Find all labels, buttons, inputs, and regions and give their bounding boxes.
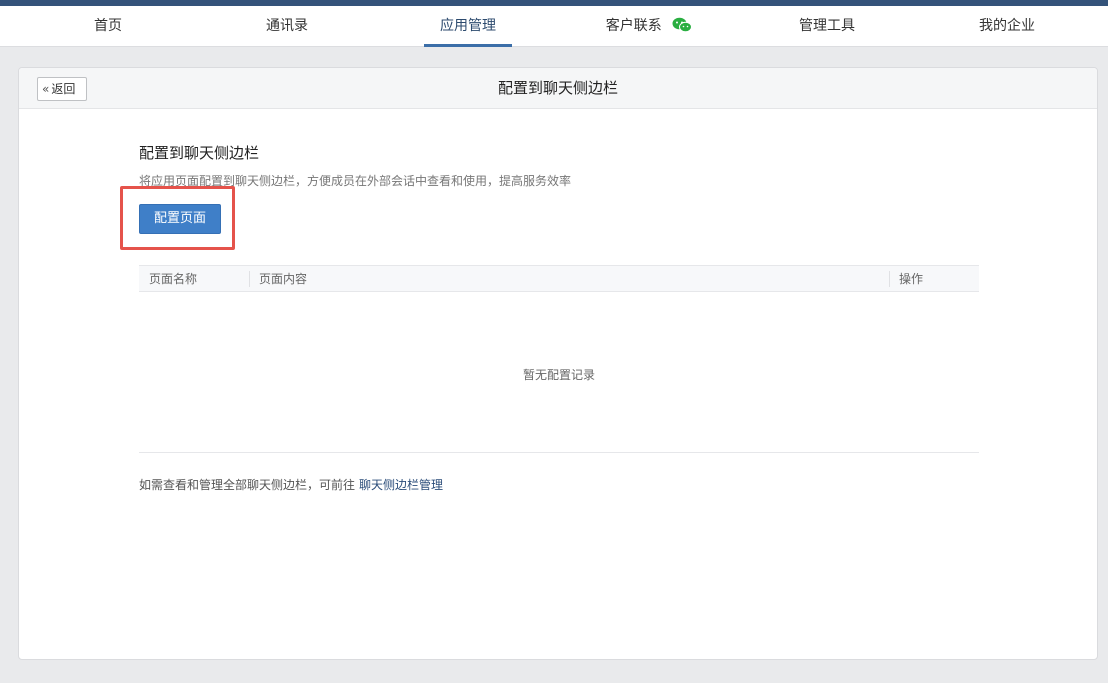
table-header: 页面名称 页面内容 操作 bbox=[139, 265, 979, 292]
footnote: 如需查看和管理全部聊天侧边栏，可前往 聊天侧边栏管理 bbox=[139, 476, 443, 493]
wechat-icon bbox=[672, 17, 693, 32]
empty-state-text: 暂无配置记录 bbox=[522, 368, 595, 382]
nav-item-contacts[interactable]: 通讯录 bbox=[247, 6, 327, 47]
double-chevron-left-icon: « bbox=[42, 82, 50, 96]
nav-item-label: 应用管理 bbox=[440, 18, 496, 34]
nav-item-label: 管理工具 bbox=[799, 18, 855, 34]
section-title: 配置到聊天侧边栏 bbox=[139, 144, 260, 162]
back-button[interactable]: «返回 bbox=[37, 77, 87, 101]
nav-item-admin-tools[interactable]: 管理工具 bbox=[787, 6, 867, 47]
nav-active-underline bbox=[424, 44, 512, 47]
configure-page-button[interactable]: 配置页面 bbox=[139, 204, 221, 234]
column-divider bbox=[249, 271, 250, 287]
nav-item-label: 首页 bbox=[94, 18, 122, 34]
nav-item-label: 通讯录 bbox=[266, 18, 308, 34]
nav-item-my-enterprise[interactable]: 我的企业 bbox=[967, 6, 1047, 47]
nav-item-label: 客户联系 bbox=[605, 18, 662, 34]
back-button-label: 返回 bbox=[51, 82, 76, 96]
column-divider bbox=[889, 271, 890, 287]
page-title: 配置到聊天侧边栏 bbox=[497, 79, 618, 97]
nav-item-customer-contact[interactable]: 客户联系 bbox=[594, 6, 704, 47]
column-header-actions: 操作 bbox=[899, 272, 924, 286]
nav-item-app-management[interactable]: 应用管理 bbox=[424, 6, 512, 47]
nav-item-label: 我的企业 bbox=[979, 18, 1035, 34]
table-bottom-border bbox=[139, 452, 979, 453]
footnote-text: 如需查看和管理全部聊天侧边栏，可前往 bbox=[139, 478, 356, 492]
card-header: 配置到聊天侧边栏 «返回 bbox=[19, 68, 1097, 109]
nav-item-home[interactable]: 首页 bbox=[68, 6, 148, 47]
column-header-page-name: 页面名称 bbox=[149, 272, 198, 286]
top-nav: 首页 通讯录 应用管理 客户联系 管理工具 我的企业 bbox=[0, 6, 1108, 47]
sidebar-management-link[interactable]: 聊天侧边栏管理 bbox=[359, 478, 443, 492]
column-header-page-content: 页面内容 bbox=[259, 272, 308, 286]
content-card: 配置到聊天侧边栏 «返回 配置到聊天侧边栏 将应用页面配置到聊天侧边栏，方便成员… bbox=[18, 67, 1098, 660]
